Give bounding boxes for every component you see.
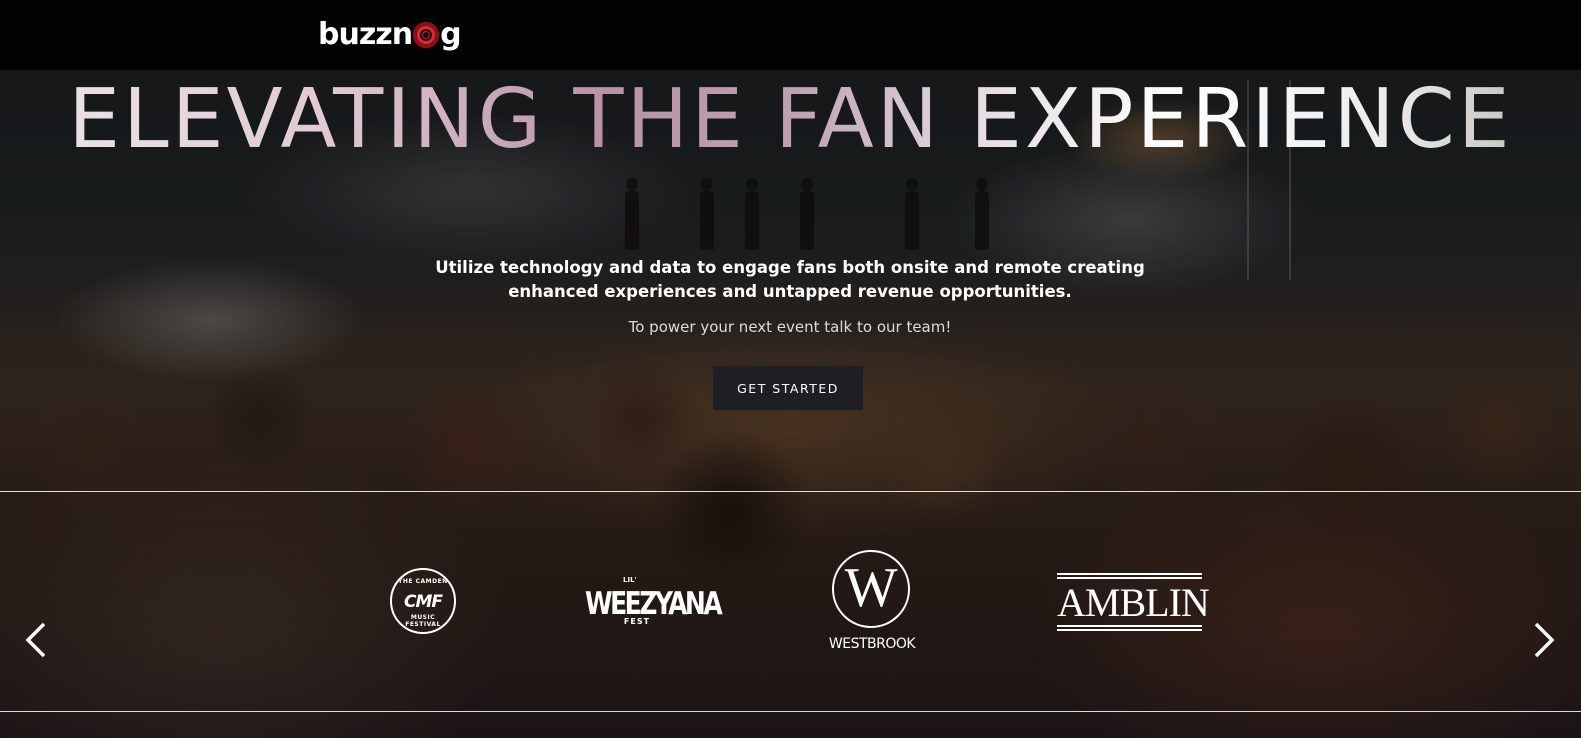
westbrook-name: WESTBROOK xyxy=(828,636,916,652)
record-disc-icon xyxy=(413,22,440,48)
weezyana-lil-text: LIL' xyxy=(623,576,637,584)
amblin-rule xyxy=(1057,625,1202,627)
weezyana-fest-logo: LIL' WEEZYANA FEST xyxy=(585,576,723,626)
carousel-next-button[interactable] xyxy=(1528,620,1558,660)
cmf-mark: CMF xyxy=(403,592,443,612)
logo-strip-bottom-divider xyxy=(0,711,1581,712)
get-started-button[interactable]: GET STARTED xyxy=(713,366,863,410)
amblin-wordmark: AMBLIN xyxy=(1057,580,1210,625)
cmf-ring-bottom-text: MUSIC FESTIVAL xyxy=(405,614,441,628)
amblin-rule xyxy=(1057,629,1202,631)
logo-text-left: buzzn xyxy=(318,16,413,52)
amblin-logo: AMBLIN xyxy=(1057,573,1210,631)
weezyana-main-text: WEEZYANA xyxy=(585,585,723,622)
logo-text-right: g xyxy=(440,16,462,52)
amblin-rule xyxy=(1057,573,1202,575)
logo-strip-top-divider xyxy=(0,491,1581,492)
hero-tagline: To power your next event talk to our tea… xyxy=(628,318,952,336)
hero-headline: ELEVATING THE FAN EXPERIENCE xyxy=(0,72,1581,168)
hero-subheading: Utilize technology and data to engage fa… xyxy=(435,258,1145,301)
carousel-prev-button[interactable] xyxy=(22,620,52,660)
amblin-rule xyxy=(1057,577,1202,579)
chevron-left-icon xyxy=(25,622,46,658)
westbrook-mark: W xyxy=(844,557,898,619)
buzznog-logo[interactable]: buzzn g xyxy=(318,14,462,54)
weezyana-fest-text: FEST xyxy=(623,617,651,626)
chevron-right-icon xyxy=(1534,622,1555,658)
cmf-ring-top-text: THE CAMDEN xyxy=(398,578,448,585)
westbrook-logo: W WESTBROOK xyxy=(822,550,922,656)
camden-music-festival-logo: THE CAMDEN CMF MUSIC FESTIVAL xyxy=(390,568,456,634)
top-nav-bar: buzzn g xyxy=(0,0,1581,70)
